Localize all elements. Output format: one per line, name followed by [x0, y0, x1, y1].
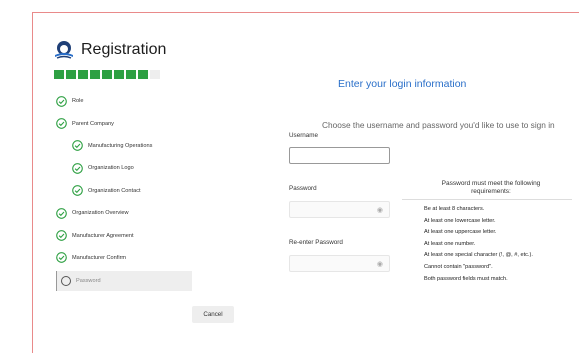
step-item[interactable]: Password [56, 271, 192, 292]
step-label: Role [72, 98, 84, 105]
check-circle-icon [56, 95, 67, 107]
username-input[interactable] [289, 147, 390, 164]
step-item[interactable]: Organization Overview [56, 202, 192, 224]
requirements-heading: Password must meet the following require… [441, 180, 541, 195]
check-circle-icon [72, 185, 83, 197]
eye-icon[interactable]: ◉ [377, 260, 383, 268]
cancel-button[interactable]: Cancel [192, 306, 234, 323]
requirement-item: At least one number. [424, 240, 476, 247]
progress-segment [78, 70, 88, 79]
progress-segment [114, 70, 124, 79]
progress-segment [150, 70, 160, 79]
progress-segment [66, 70, 76, 79]
step-item[interactable]: Manufacturer Agreement [56, 224, 192, 246]
step-label: Manufacturer Confirm [72, 254, 127, 261]
check-circle-icon [56, 207, 67, 219]
step-item[interactable]: Manufacturer Confirm [56, 247, 192, 269]
reenter-password-input[interactable]: ◉ [289, 255, 390, 272]
requirement-item: At least one special character (!, @, #,… [424, 252, 533, 259]
requirement-item: At least one uppercase letter. [424, 229, 497, 236]
step-item[interactable]: Manufacturing Operations [56, 135, 192, 157]
step-label: Organization Overview [72, 210, 129, 217]
progress-segment [90, 70, 100, 79]
progress-bar [54, 70, 160, 79]
requirement-item: At least one lowercase letter. [424, 217, 496, 224]
requirements-divider [402, 199, 572, 200]
progress-segment [126, 70, 136, 79]
step-item[interactable]: Organization Logo [56, 157, 192, 179]
check-circle-icon [56, 230, 67, 241]
requirement-item: Be at least 8 characters. [424, 206, 485, 212]
reenter-password-label: Re-enter Password [289, 239, 343, 246]
check-circle-icon [56, 118, 67, 129]
form-subtitle: Choose the username and password you'd l… [322, 120, 555, 130]
step-list: Role Parent Company Manufacturing Operatio… [56, 90, 192, 292]
username-label: Username [289, 132, 319, 139]
step-label: Parent Company [72, 120, 114, 127]
header: Registration [53, 39, 166, 61]
requirement-item: Both password fields must match. [424, 275, 508, 282]
step-label: Password [76, 278, 101, 285]
form-title: Enter your login information [338, 78, 467, 90]
step-label: Organization Logo [88, 165, 134, 172]
progress-segment [138, 70, 148, 79]
requirements-list: Be at least 8 characters. At least one lo… [424, 204, 533, 285]
check-circle-icon [72, 140, 83, 152]
progress-segment [54, 70, 64, 79]
step-item[interactable]: Parent Company [56, 112, 192, 134]
page-title: Registration [81, 41, 167, 58]
step-item[interactable]: Role [56, 90, 192, 112]
check-circle-icon [56, 252, 67, 264]
lighthouse-logo-icon [55, 41, 73, 59]
step-label: Manufacturer Agreement [72, 232, 134, 239]
progress-segment [102, 70, 112, 79]
eye-icon[interactable]: ◉ [377, 206, 383, 214]
requirement-item: Cannot contain "password". [424, 263, 493, 270]
step-item[interactable]: Organization Contact [56, 180, 192, 202]
step-label: Manufacturing Operations [88, 142, 153, 149]
step-label: Organization Contact [88, 187, 141, 194]
check-circle-icon [72, 163, 83, 174]
password-label: Password [289, 185, 317, 192]
password-input[interactable]: ◉ [289, 201, 390, 218]
empty-circle-icon [61, 276, 71, 287]
